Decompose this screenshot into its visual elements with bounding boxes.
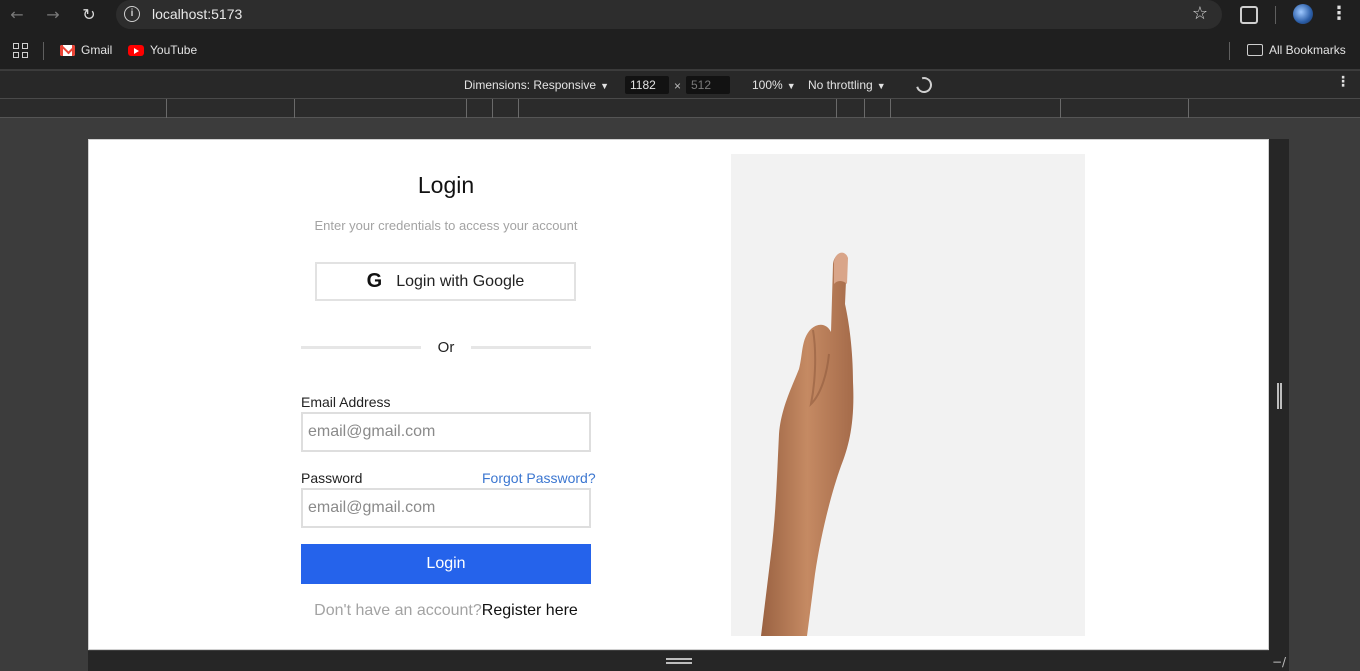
email-label: Email Address [301, 394, 391, 410]
bookmark-label: Gmail [81, 43, 113, 57]
bookmarks-bar: Gmail YouTube All Bookmarks [0, 30, 1360, 70]
apps-grid-icon[interactable] [13, 43, 28, 58]
login-with-google-button[interactable]: G Login with Google [315, 262, 576, 301]
register-link[interactable]: Register here [482, 602, 578, 619]
corner-resize-icon[interactable]: −/ [1272, 655, 1286, 669]
zoom-dropdown[interactable]: 100% ▼ [752, 78, 796, 92]
device-toolbar: Dimensions: Responsive ▼ 1182 × 512 100% ▼… [0, 71, 1360, 99]
login-button[interactable]: Login [301, 544, 591, 584]
profile-avatar[interactable] [1293, 4, 1313, 24]
url-text[interactable]: localhost:5173 [152, 6, 242, 22]
device-options-icon[interactable]: ⋮ [1336, 74, 1350, 90]
extensions-icon[interactable] [1240, 6, 1258, 24]
media-query-bar[interactable] [0, 99, 1360, 118]
password-field[interactable] [301, 488, 591, 528]
bookmark-label: YouTube [150, 43, 198, 57]
throttling-dropdown[interactable]: No throttling ▼ [808, 78, 886, 92]
dimension-separator: × [674, 79, 682, 93]
viewport-resize-right[interactable] [1269, 139, 1289, 651]
or-divider: Or [301, 339, 591, 357]
login-title: Login [417, 172, 475, 198]
forward-arrow-icon[interactable]: → [42, 4, 64, 26]
height-input[interactable]: 512 [686, 76, 730, 94]
page-viewport: Login Enter your credentials to access y… [88, 139, 1269, 650]
login-subtitle: Enter your credentials to access your ac… [314, 218, 578, 233]
or-label: Or [437, 339, 455, 356]
caret-down-icon: ▼ [876, 81, 886, 91]
all-bookmarks[interactable]: All Bookmarks [1247, 43, 1346, 57]
youtube-icon [128, 44, 144, 56]
gmail-icon [60, 44, 75, 56]
toolbar-divider [1275, 6, 1276, 24]
browser-toolbar: ← → ↻ i localhost:5173 ☆ ⋮ [0, 0, 1360, 30]
viewport-resize-bottom[interactable] [88, 651, 1289, 671]
divider-line [301, 346, 421, 349]
bookmark-gmail[interactable]: Gmail [60, 43, 112, 57]
password-label: Password [301, 470, 363, 486]
dimensions-label: Dimensions: Responsive [464, 78, 597, 92]
divider-line [471, 346, 591, 349]
hero-image [731, 154, 1085, 636]
bookmarks-divider [43, 42, 44, 60]
width-input[interactable]: 1182 [625, 76, 669, 94]
dimensions-dropdown[interactable]: Dimensions: Responsive ▼ [464, 78, 609, 92]
back-arrow-icon[interactable]: ← [6, 4, 28, 26]
bookmarks-divider [1229, 42, 1230, 60]
caret-down-icon: ▼ [786, 81, 796, 91]
resize-grip-icon [1277, 383, 1282, 409]
pointing-hand-illustration [761, 252, 854, 636]
all-bookmarks-label: All Bookmarks [1269, 43, 1346, 57]
caret-down-icon: ▼ [600, 81, 609, 91]
browser-menu-icon[interactable]: ⋮ [1330, 3, 1348, 25]
throttling-label: No throttling [808, 78, 873, 92]
resize-grip-icon [666, 658, 692, 664]
reload-icon[interactable]: ↻ [78, 4, 100, 26]
google-button-label: Login with Google [396, 272, 525, 290]
address-bar[interactable]: i localhost:5173 ☆ [116, 0, 1222, 29]
signup-prompt: Don't have an account?Register here [301, 602, 591, 620]
bookmark-youtube[interactable]: YouTube [128, 43, 197, 57]
google-icon: G [366, 270, 383, 292]
folder-icon [1247, 44, 1263, 56]
bookmark-star-icon[interactable]: ☆ [1192, 3, 1208, 24]
zoom-label: 100% [752, 78, 783, 92]
forgot-password-link[interactable]: Forgot Password? [482, 470, 596, 486]
no-account-text: Don't have an account? [314, 602, 482, 619]
site-info-icon[interactable]: i [124, 6, 140, 22]
email-field[interactable] [301, 412, 591, 452]
